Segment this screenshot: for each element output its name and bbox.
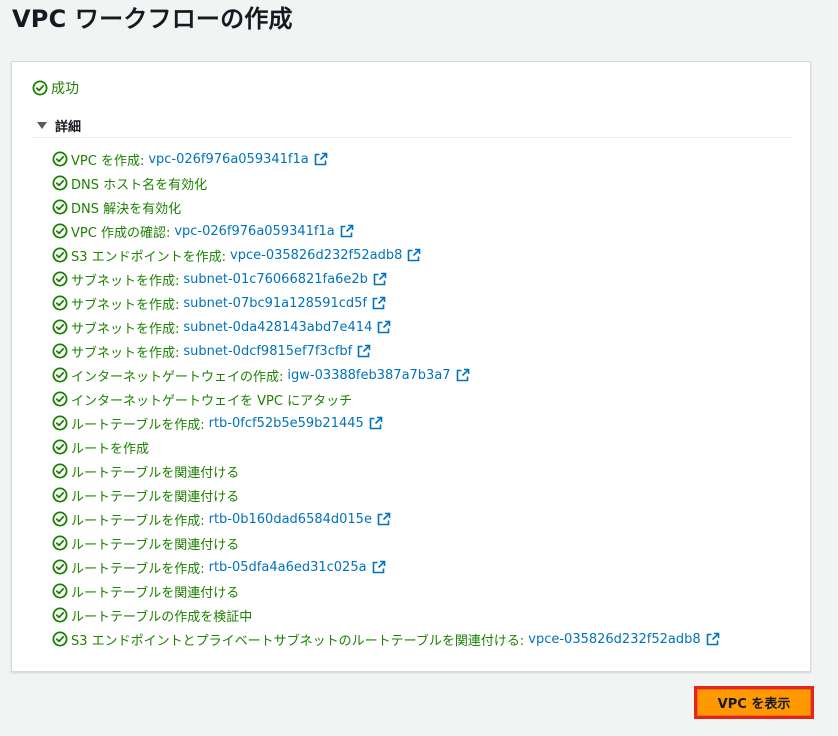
workflow-step: ルートテーブルを作成: rtb-0fcf52b5e59b21445 <box>52 411 720 435</box>
check-circle-icon <box>52 439 68 455</box>
step-label: ルートテーブルを関連付ける <box>71 465 240 481</box>
external-link-icon[interactable] <box>369 416 383 430</box>
check-circle-icon <box>52 511 68 527</box>
resource-link[interactable]: vpce-035826d232f52adb8 <box>230 248 402 263</box>
external-link-icon[interactable] <box>407 248 421 262</box>
workflow-steps-list: VPC を作成: vpc-026f976a059341f1a DNS ホスト名を有効… <box>52 147 720 651</box>
step-label: S3 エンドポイントとプライベートサブネットのルートテーブルを関連付ける: <box>71 633 525 649</box>
resource-link[interactable]: rtb-05dfa4a6ed31c025a <box>209 560 367 575</box>
check-circle-icon <box>52 487 68 503</box>
step-label: ルートテーブルを作成: <box>71 513 205 529</box>
workflow-step: DNS 解決を有効化 <box>52 195 720 219</box>
external-link-icon[interactable] <box>373 272 387 286</box>
workflow-step: ルートテーブルを作成: rtb-0b160dad6584d015e <box>52 507 720 531</box>
step-label: インターネットゲートウェイを VPC にアタッチ <box>71 393 353 409</box>
external-link-icon[interactable] <box>377 320 391 334</box>
resource-link[interactable]: subnet-0dcf9815ef7f3cfbf <box>183 344 352 359</box>
check-circle-icon <box>52 415 68 431</box>
step-label: インターネットゲートウェイの作成: <box>71 369 284 385</box>
workflow-step: ルートを作成 <box>52 435 720 459</box>
workflow-step: サブネットを作成: subnet-0da428143abd7e414 <box>52 315 720 339</box>
check-circle-icon <box>52 247 68 263</box>
resource-link[interactable]: vpce-035826d232f52adb8 <box>528 632 700 647</box>
external-link-icon[interactable] <box>456 368 470 382</box>
workflow-step: ルートテーブルを関連付ける <box>52 531 720 555</box>
step-label: VPC 作成の確認: <box>71 225 171 241</box>
resource-link[interactable]: vpc-026f976a059341f1a <box>148 152 308 167</box>
details-toggle[interactable]: 詳細 <box>32 114 792 138</box>
step-label: DNS 解決を有効化 <box>71 201 182 217</box>
step-label: ルートテーブルを作成: <box>71 561 205 577</box>
workflow-step: VPC 作成の確認: vpc-026f976a059341f1a <box>52 219 720 243</box>
step-label: ルートテーブルの作成を検証中 <box>71 609 253 625</box>
step-label: ルートテーブルを作成: <box>71 417 205 433</box>
details-label: 詳細 <box>55 120 82 135</box>
workflow-step: S3 エンドポイントを作成: vpce-035826d232f52adb8 <box>52 243 720 267</box>
check-circle-icon <box>52 535 68 551</box>
workflow-step: DNS ホスト名を有効化 <box>52 171 720 195</box>
step-label: ルートテーブルを関連付ける <box>71 489 240 505</box>
external-link-icon[interactable] <box>706 632 720 646</box>
step-label: サブネットを作成: <box>71 297 180 313</box>
workflow-step: サブネットを作成: subnet-01c76066821fa6e2b <box>52 267 720 291</box>
external-link-icon[interactable] <box>372 560 386 574</box>
check-circle-icon <box>52 175 68 191</box>
external-link-icon[interactable] <box>340 224 354 238</box>
resource-link[interactable]: rtb-0fcf52b5e59b21445 <box>209 416 364 431</box>
workflow-step: インターネットゲートウェイの作成: igw-03388feb387a7b3a7 <box>52 363 720 387</box>
view-vpc-button-label: VPC を表示 <box>697 689 811 716</box>
resource-link[interactable]: subnet-01c76066821fa6e2b <box>183 272 367 287</box>
status-success: 成功 <box>32 78 79 98</box>
step-label: ルートテーブルを関連付ける <box>71 537 240 553</box>
external-link-icon[interactable] <box>314 152 328 166</box>
caret-down-icon <box>37 122 47 129</box>
step-label: DNS ホスト名を有効化 <box>71 177 208 193</box>
check-circle-icon <box>52 583 68 599</box>
workflow-step: ルートテーブルの作成を検証中 <box>52 603 720 627</box>
resource-link[interactable]: rtb-0b160dad6584d015e <box>209 512 372 527</box>
step-label: サブネットを作成: <box>71 345 180 361</box>
external-link-icon[interactable] <box>357 344 371 358</box>
external-link-icon[interactable] <box>377 512 391 526</box>
check-circle-icon <box>52 631 68 647</box>
workflow-step: ルートテーブルを関連付ける <box>52 579 720 603</box>
workflow-step: サブネットを作成: subnet-0dcf9815ef7f3cfbf <box>52 339 720 363</box>
step-label: ルートを作成 <box>71 441 150 457</box>
check-circle-icon <box>52 463 68 479</box>
workflow-step: S3 エンドポイントとプライベートサブネットのルートテーブルを関連付ける: vpc… <box>52 627 720 651</box>
step-label: VPC を作成: <box>71 153 145 169</box>
check-circle-icon <box>52 343 68 359</box>
step-label: サブネットを作成: <box>71 273 180 289</box>
workflow-step: サブネットを作成: subnet-07bc91a128591cd5f <box>52 291 720 315</box>
workflow-step: ルートテーブルを関連付ける <box>52 459 720 483</box>
check-circle-icon <box>52 367 68 383</box>
check-circle-icon <box>52 607 68 623</box>
workflow-step: インターネットゲートウェイを VPC にアタッチ <box>52 387 720 411</box>
check-circle-icon <box>52 295 68 311</box>
check-circle-icon <box>52 559 68 575</box>
resource-link[interactable]: subnet-07bc91a128591cd5f <box>183 296 367 311</box>
status-label: 成功 <box>51 81 79 97</box>
workflow-step: ルートテーブルを作成: rtb-05dfa4a6ed31c025a <box>52 555 720 579</box>
workflow-step: ルートテーブルを関連付ける <box>52 483 720 507</box>
check-circle-icon <box>32 80 48 96</box>
step-label: S3 エンドポイントを作成: <box>71 249 227 265</box>
external-link-icon[interactable] <box>372 296 386 310</box>
workflow-panel: 成功 詳細 VPC を作成: vpc-026f976a059341f1a DNS ホ… <box>11 61 811 672</box>
check-circle-icon <box>52 199 68 215</box>
resource-link[interactable]: subnet-0da428143abd7e414 <box>183 320 372 335</box>
check-circle-icon <box>52 391 68 407</box>
check-circle-icon <box>52 223 68 239</box>
resource-link[interactable]: vpc-026f976a059341f1a <box>174 224 334 239</box>
workflow-step: VPC を作成: vpc-026f976a059341f1a <box>52 147 720 171</box>
resource-link[interactable]: igw-03388feb387a7b3a7 <box>287 368 450 383</box>
check-circle-icon <box>52 271 68 287</box>
view-vpc-button[interactable]: VPC を表示 <box>694 686 814 719</box>
step-label: サブネットを作成: <box>71 321 180 337</box>
step-label: ルートテーブルを関連付ける <box>71 585 240 601</box>
page-title: VPC ワークフローの作成 <box>12 5 293 33</box>
check-circle-icon <box>52 319 68 335</box>
check-circle-icon <box>52 151 68 167</box>
